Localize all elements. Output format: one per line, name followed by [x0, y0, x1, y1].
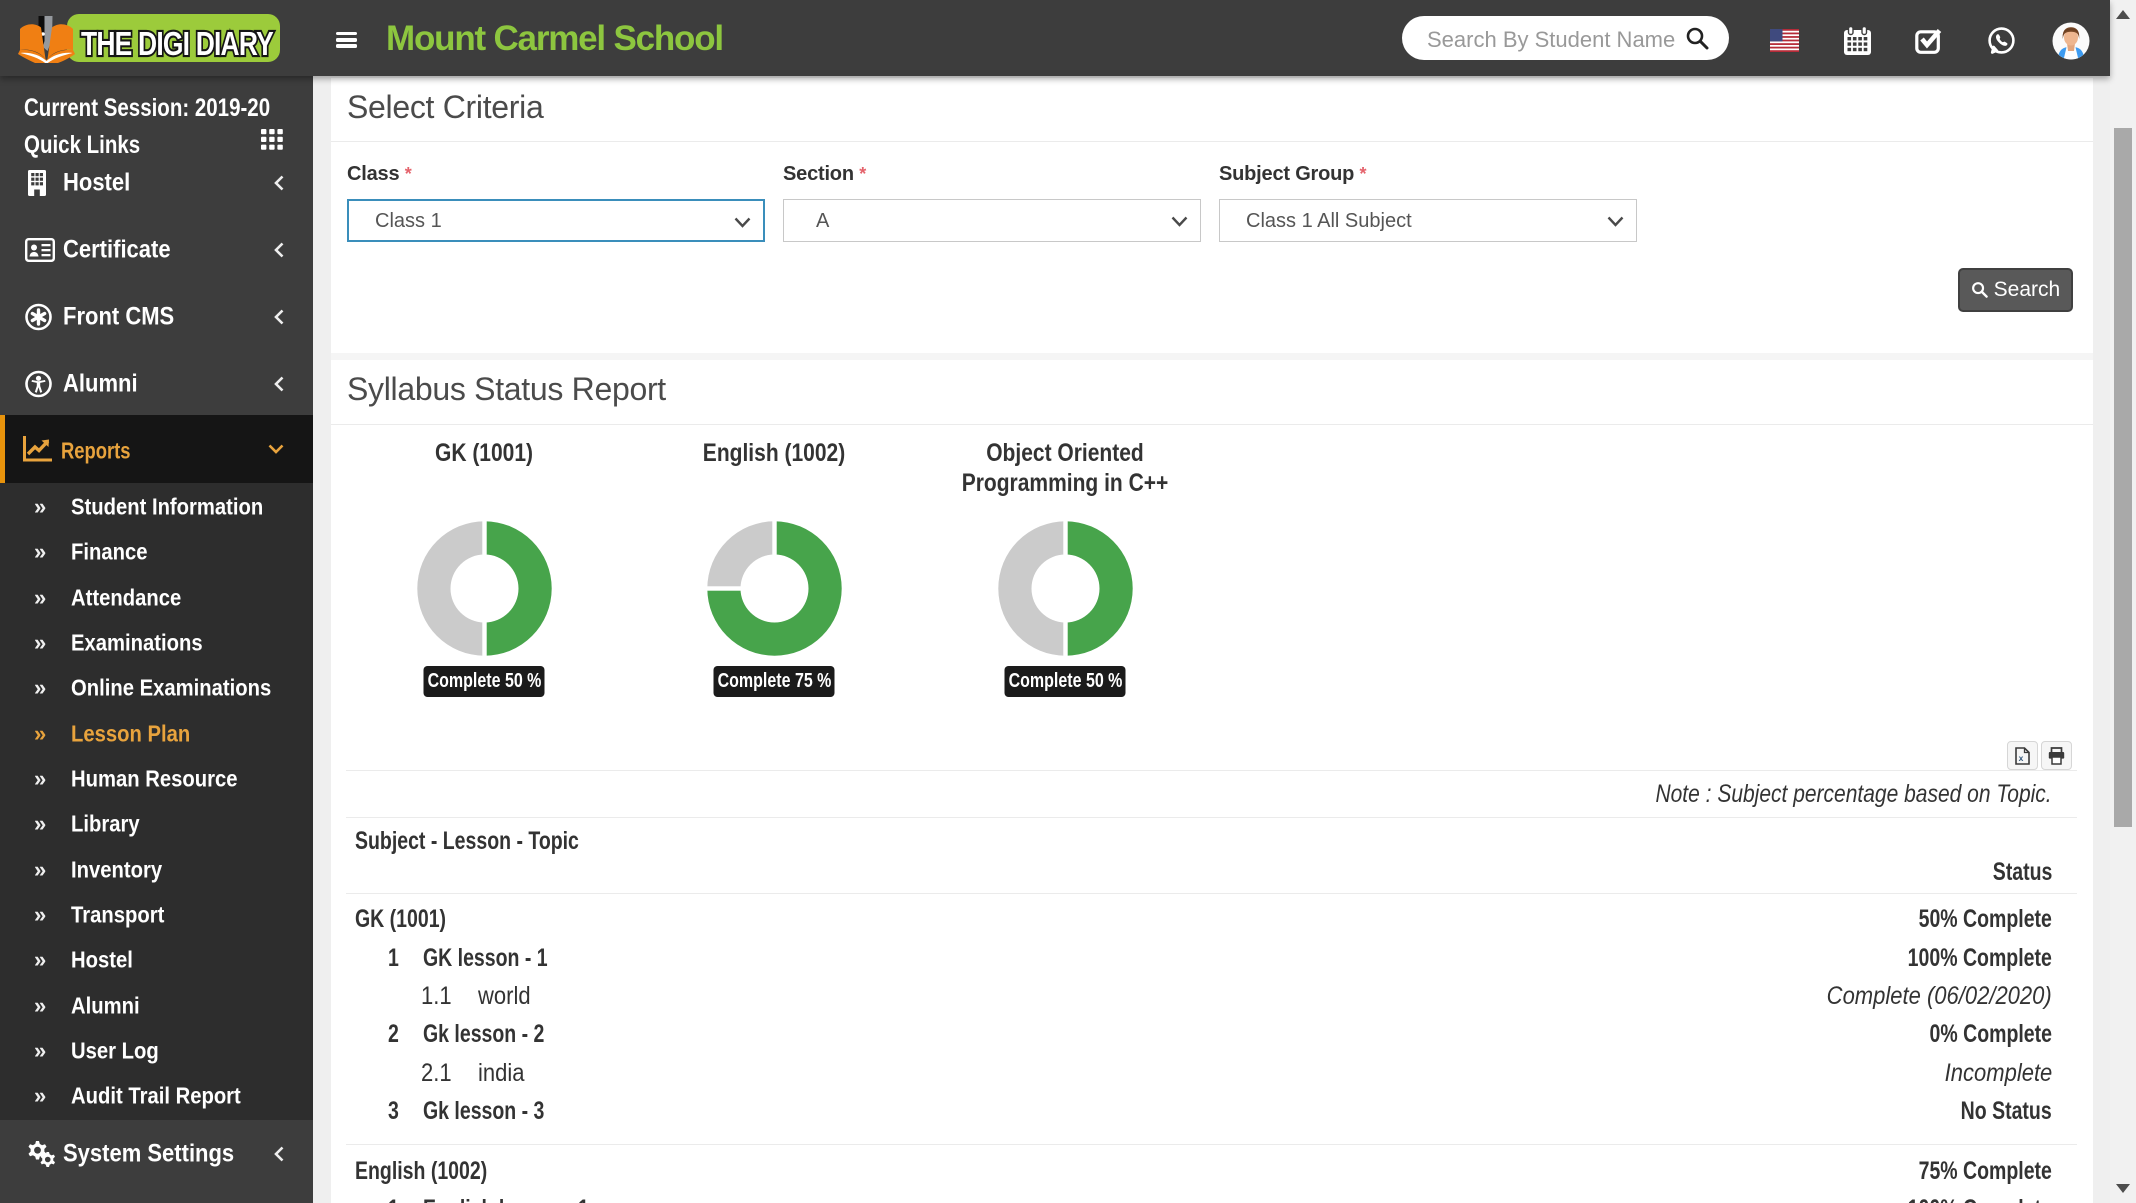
svg-text:THE DIGI DIARY: THE DIGI DIARY: [81, 25, 274, 62]
svg-text:x: x: [2019, 753, 2024, 763]
